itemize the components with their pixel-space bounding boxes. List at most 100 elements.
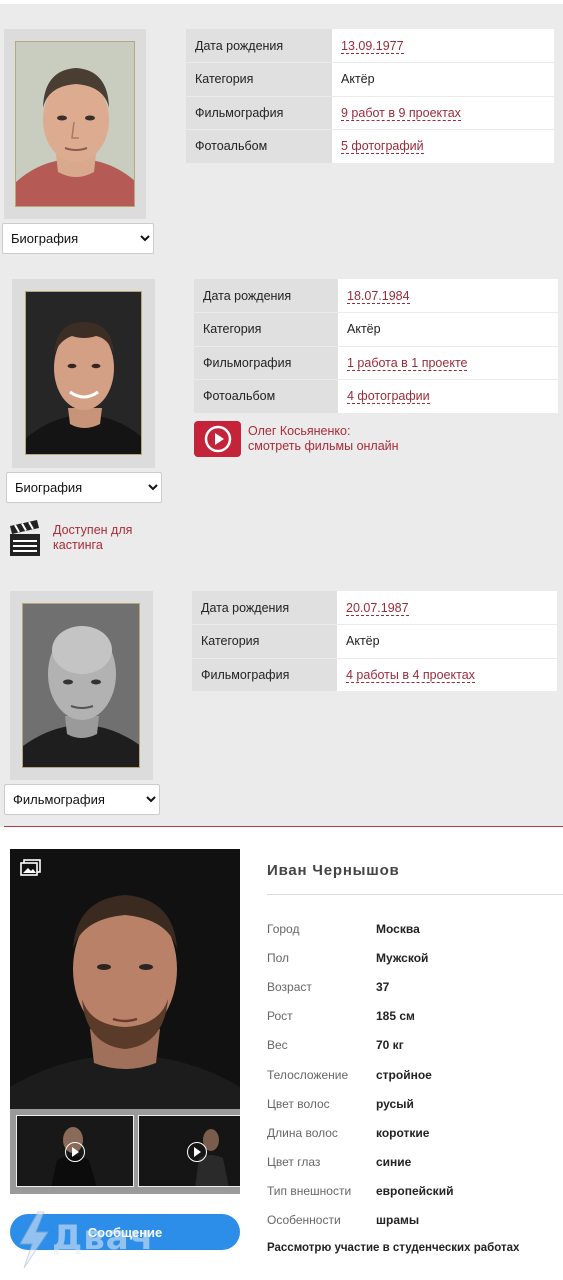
property-row: Рост 185 см [267,1002,563,1031]
property-row: Пол Мужской [267,943,563,972]
actor-photo-frame [12,279,155,468]
actor-photo[interactable] [15,41,135,207]
play-icon [187,1142,207,1162]
info-label: Фотоальбом [186,129,332,164]
property-row: Цвет волос русый [267,1089,563,1118]
video-thumbnail[interactable] [138,1115,240,1187]
info-label: Дата рождения [194,279,338,313]
property-row: Тип внешности европейский [267,1177,563,1206]
profile-main-photo[interactable] [10,849,240,1109]
info-row: Категория Актёр [186,62,554,97]
actor-info-table: Дата рождения 13.09.1977 Категория Актёр… [186,29,554,164]
info-row: Фотоальбом 4 фотографии [194,379,558,414]
info-row: Дата рождения 13.09.1977 [186,29,554,63]
info-label: Категория [194,312,338,347]
property-value: короткие [376,1125,430,1140]
property-value: европейский [376,1184,454,1199]
info-value: Актёр [337,624,557,659]
info-row: Фотоальбом 5 фотографий [186,129,554,164]
play-circle-icon [204,425,231,453]
property-label: Вес [267,1038,288,1053]
casting-text[interactable]: Доступен для кастинга [53,523,132,553]
gallery-icon[interactable] [20,859,42,877]
property-row: Особенности шрамы [267,1206,563,1235]
info-value: Актёр [332,62,554,97]
watch-online-line: смотреть фильмы онлайн [248,439,399,453]
info-row: Фильмография 9 работ в 9 проектах [186,96,554,130]
student-works-note: Рассмотрю участие в студенческих работах [267,1242,520,1254]
filmography-link[interactable]: 1 работа в 1 проекте [347,355,468,371]
property-label: Особенности [267,1213,341,1228]
actor-photo-frame [10,591,153,780]
photo-album-link[interactable]: 5 фотографий [341,139,424,155]
play-button[interactable] [194,421,241,457]
watch-online-line: Олег Косьяненко: [248,424,351,438]
actor-info-table: Дата рождения 20.07.1987 Категория Актёр… [192,591,557,692]
property-row: Длина волос короткие [267,1118,563,1147]
actor-section-select[interactable]: Биография [6,472,162,503]
actor-section-select[interactable]: Фильмография [4,784,160,815]
top-strip [0,0,563,4]
video-thumbnails [10,1109,240,1194]
property-label: Пол [267,950,290,965]
info-row: Фильмография 4 работы в 4 проектах [192,658,557,692]
watch-online-link[interactable]: Олег Косьяненко: смотреть фильмы онлайн [194,421,399,457]
property-row: Вес 70 кг [267,1031,563,1060]
property-row: Телосложение стройное [267,1060,563,1089]
photo-album-link[interactable]: 4 фотографии [347,389,430,405]
info-row: Категория Актёр [194,312,558,347]
info-label: Фильмография [192,658,337,692]
info-label: Категория [192,624,337,659]
name-divider [267,894,563,895]
property-row: Город Москва [267,914,563,943]
property-value: Москва [376,921,420,936]
property-label: Телосложение [267,1067,349,1082]
property-label: Город [267,921,300,936]
property-label: Возраст [267,979,312,994]
property-label: Тип внешности [267,1184,352,1199]
info-label: Фотоальбом [194,379,338,414]
play-icon [65,1142,85,1162]
actor-photo[interactable] [25,291,142,455]
property-value: синие [376,1155,412,1170]
casting-line: Доступен для [53,523,133,537]
property-value: 185 см [376,1009,415,1024]
clapperboard-icon [10,520,40,556]
profile-name: Иван Чернышов [267,862,400,879]
property-row: Цвет глаз синие [267,1148,563,1177]
info-label: Фильмография [186,96,332,130]
property-value: 37 [376,979,390,994]
watch-online-text[interactable]: Олег Косьяненко: смотреть фильмы онлайн [248,424,399,454]
birth-date-link[interactable]: 20.07.1987 [346,600,409,616]
info-label: Фильмография [194,346,338,380]
property-value: шрамы [376,1213,420,1228]
message-button[interactable]: Сообщение [10,1214,240,1250]
birth-date-link[interactable]: 13.09.1977 [341,38,404,54]
property-row: Возраст 37 [267,972,563,1001]
video-thumbnail[interactable] [16,1115,134,1187]
info-row: Фильмография 1 работа в 1 проекте [194,346,558,380]
actor-info-table: Дата рождения 18.07.1984 Категория Актёр… [194,279,558,414]
birth-date-link[interactable]: 18.07.1984 [347,288,410,304]
casting-line: кастинга [53,538,103,552]
info-value: Актёр [338,312,558,347]
property-label: Длина волос [267,1125,338,1140]
filmography-link[interactable]: 4 работы в 4 проектах [346,667,475,683]
casting-available[interactable]: Доступен для кастинга [9,518,132,558]
filmography-link[interactable]: 9 работ в 9 проектах [341,105,461,121]
profile-properties: Город Москва Пол Мужской Возраст 37 Рост 185… [267,914,563,1235]
actor-photo[interactable] [22,603,140,768]
info-label: Дата рождения [186,29,332,63]
info-label: Категория [186,62,332,97]
property-label: Рост [267,1009,293,1024]
property-value: стройное [376,1067,432,1082]
actor-photo-frame [4,29,146,219]
info-row: Дата рождения 20.07.1987 [192,591,557,625]
info-label: Дата рождения [192,591,337,625]
actor-section-select[interactable]: Биография [2,223,154,254]
info-row: Дата рождения 18.07.1984 [194,279,558,313]
property-label: Цвет волос [267,1096,330,1111]
property-value: Мужской [376,950,429,965]
section-divider [4,826,563,827]
property-label: Цвет глаз [267,1155,321,1170]
